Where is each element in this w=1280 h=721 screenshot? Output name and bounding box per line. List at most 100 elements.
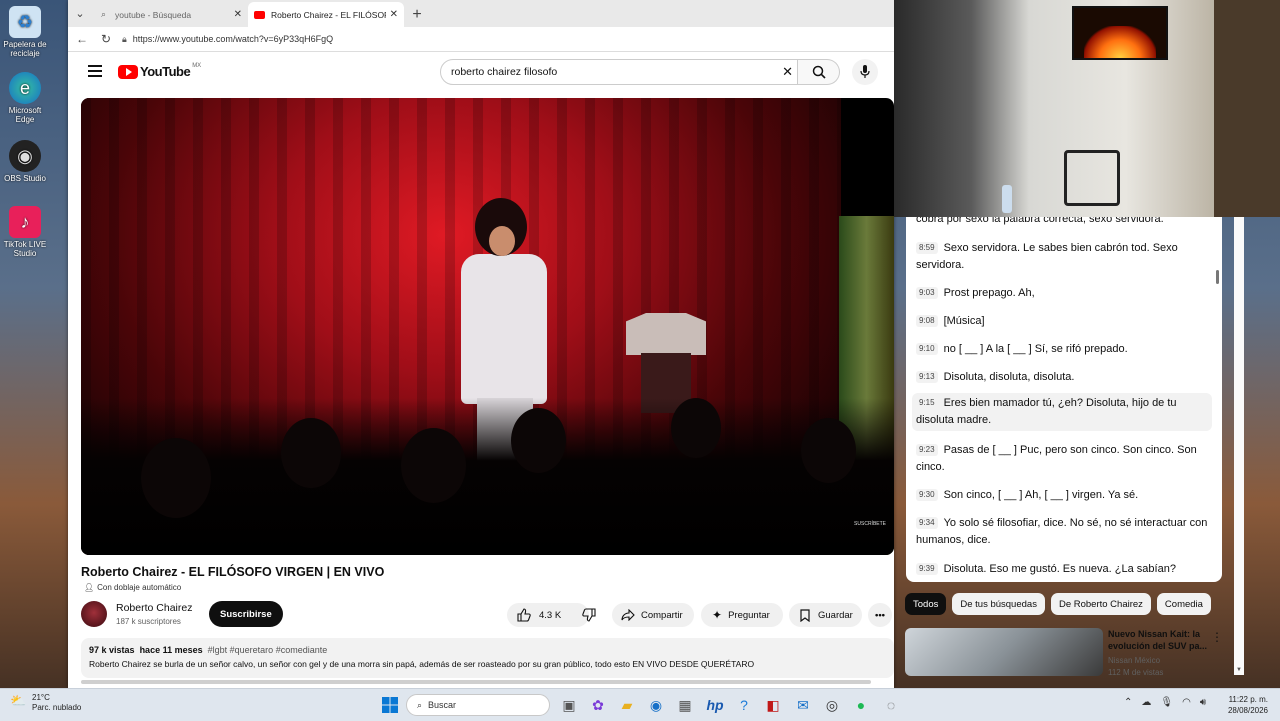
- thumbs-up-icon: [517, 608, 531, 622]
- transcript-line-active[interactable]: 9:15 Eres bien mamador tú, ¿eh? Disoluta,…: [912, 393, 1212, 431]
- chip-all[interactable]: Todos: [905, 593, 947, 615]
- ask-button[interactable]: ✦ Preguntar: [701, 603, 783, 627]
- file-explorer-icon[interactable]: ▰: [617, 695, 637, 715]
- share-icon: [621, 609, 635, 621]
- new-tab-plus-icon[interactable]: +: [404, 2, 430, 27]
- sparkle-icon: ✦: [712, 608, 723, 622]
- search-input-value: roberto chairez filosofo: [451, 66, 558, 78]
- tab-actions-chevron-icon[interactable]: ⌄: [68, 0, 92, 27]
- more-actions-icon[interactable]: •••: [868, 603, 892, 627]
- app-icon[interactable]: ◌: [881, 695, 901, 715]
- microphone-tray-icon[interactable]: 🎙︎: [1160, 697, 1173, 708]
- chip-comedy[interactable]: Comedia: [1156, 593, 1211, 615]
- chip-from-channel[interactable]: De Roberto Chairez: [1050, 593, 1151, 615]
- store-icon[interactable]: ▦: [675, 695, 695, 715]
- edge-taskbar-icon[interactable]: ◉: [646, 695, 666, 715]
- page-scrollbar[interactable]: ▼: [1234, 217, 1244, 675]
- desktop-icon-edge[interactable]: e Microsoft Edge: [2, 72, 48, 124]
- channel-name[interactable]: Roberto Chairez: [116, 602, 192, 614]
- tab-search[interactable]: ⌕ youtube - Búsqueda ✕: [92, 2, 248, 27]
- copilot-icon[interactable]: ✿: [588, 695, 608, 715]
- transcript-text: Pasas de [ __ ] Puc, pero son cinco. Son…: [916, 444, 1197, 473]
- transcript-line[interactable]: 9:03 Prost prepago. Ah,: [916, 285, 1212, 302]
- close-icon[interactable]: ✕: [390, 9, 398, 20]
- transcript-line[interactable]: 9:08 [Música]: [916, 313, 1212, 330]
- close-icon[interactable]: ✕: [234, 9, 242, 20]
- transcript-line[interactable]: 9:30 Son cinco, [ __ ] Ah, [ __ ] virgen.…: [916, 487, 1212, 504]
- desktop-icon-tiktok[interactable]: ♪ TikTok LIVE Studio: [2, 206, 48, 258]
- voice-search-button[interactable]: [852, 59, 878, 85]
- task-view-icon[interactable]: ▣: [559, 695, 579, 715]
- chevron-up-icon[interactable]: ⌃: [1124, 697, 1132, 708]
- save-button[interactable]: Guardar: [789, 603, 862, 627]
- transcript-text: Eres bien mamador tú, ¿eh? Disoluta, hij…: [916, 397, 1177, 426]
- youtube-header: YouTube MX roberto chairez filosofo ✕: [68, 52, 894, 92]
- taskbar-search[interactable]: ⌕ Buscar: [406, 694, 550, 716]
- back-arrow-icon[interactable]: ←: [70, 27, 94, 51]
- transcript-text: Disoluta, disoluta, disoluta.: [943, 371, 1075, 383]
- transcript-line[interactable]: 9:23 Pasas de [ __ ] Puc, pero son cinco.…: [916, 442, 1212, 476]
- channel-avatar[interactable]: [81, 601, 107, 627]
- transcript-text: Son cinco, [ __ ] Ah, [ __ ] virgen. Ya …: [943, 489, 1139, 501]
- mcafee-icon[interactable]: ◧: [763, 695, 783, 715]
- fireplace-tv: [1072, 6, 1168, 60]
- url-text: https://www.youtube.com/watch?v=6yP33qH6…: [132, 34, 334, 44]
- clock-time: 11:22 p. m.: [1228, 695, 1268, 704]
- transcript-panel[interactable]: cobra por sexo la palabra correcta, sexo…: [906, 217, 1222, 582]
- hashtags[interactable]: #lgbt #queretaro #comediante: [208, 645, 328, 655]
- subscribe-button[interactable]: Suscribirse: [209, 601, 283, 627]
- url-field[interactable]: 🔒︎ https://www.youtube.com/watch?v=6yP33…: [122, 34, 333, 45]
- search-input[interactable]: roberto chairez filosofo ✕: [440, 59, 798, 85]
- tab-title: Roberto Chairez - EL FILÓSOFO VIRGEN: [271, 9, 386, 20]
- edge-icon: e: [9, 72, 41, 104]
- dislike-button[interactable]: [574, 603, 604, 627]
- scroll-down-arrow-icon[interactable]: ▼: [1236, 667, 1242, 673]
- volume-icon[interactable]: 🔊︎: [1200, 697, 1206, 708]
- description-box[interactable]: 97 k vistas hace 11 meses #lgbt #quereta…: [81, 638, 894, 678]
- desktop-icon-recycle-bin[interactable]: ♻ Papelera de reciclaje: [2, 6, 48, 58]
- windows-start-icon[interactable]: [380, 695, 400, 715]
- youtube-logo[interactable]: YouTube MX: [118, 62, 202, 79]
- desktop-icon-label: OBS Studio: [4, 174, 46, 183]
- desktop-icon-label: TikTok LIVE Studio: [3, 240, 47, 258]
- door: [1214, 0, 1280, 217]
- recommended-video[interactable]: Nuevo Nissan Kait: la evolución del SUV …: [905, 628, 1235, 677]
- recommended-title[interactable]: Nuevo Nissan Kait: la evolución del SUV …: [1108, 628, 1208, 652]
- mail-icon[interactable]: ✉: [793, 695, 813, 715]
- clock[interactable]: 11:22 p. m. 28/08/2026: [1228, 694, 1268, 716]
- recommendation-chips: Todos De tus búsquedas De Roberto Chaire…: [905, 593, 1211, 617]
- transcript-line[interactable]: 8:59 Sexo servidora. Le sabes bien cabrón…: [916, 240, 1212, 274]
- more-options-icon[interactable]: ⋮: [1211, 630, 1223, 644]
- ask-label: Preguntar: [728, 609, 770, 621]
- video-player[interactable]: SUSCRÍBETE: [81, 98, 894, 555]
- help-icon[interactable]: ?: [734, 695, 754, 715]
- person-icon: 👤︎: [84, 583, 95, 592]
- description-text: Roberto Chairez se burla de un señor cal…: [89, 659, 755, 669]
- obs-taskbar-icon[interactable]: ◎: [822, 695, 842, 715]
- transcript-text: [Música]: [943, 315, 985, 327]
- transcript-line[interactable]: 9:34 Yo solo sé filosofiar, dice. No sé, …: [916, 515, 1212, 549]
- transcript-line[interactable]: 9:39 Disoluta. Eso me gustó. Es nueva. ¿L…: [916, 561, 1212, 578]
- chip-from-searches[interactable]: De tus búsquedas: [952, 593, 1045, 615]
- recommended-thumbnail[interactable]: [905, 628, 1103, 676]
- transcript-line[interactable]: 9:13 Disoluta, disoluta, disoluta.: [916, 369, 1212, 386]
- lock-icon: 🔒︎: [122, 33, 127, 44]
- hp-icon[interactable]: hp: [705, 695, 725, 715]
- wifi-icon[interactable]: ◠: [1182, 697, 1191, 708]
- cloud-icon[interactable]: ☁: [1141, 697, 1151, 708]
- spotify-icon[interactable]: ●: [851, 695, 871, 715]
- transcript-scrollbar[interactable]: [1216, 270, 1219, 284]
- horizontal-scrollbar[interactable]: [81, 680, 871, 684]
- refresh-icon[interactable]: ↻: [94, 27, 118, 51]
- share-button[interactable]: Compartir: [612, 603, 694, 627]
- transcript-line[interactable]: cobra por sexo la palabra correcta, sexo…: [916, 217, 1212, 228]
- hamburger-menu-icon[interactable]: [88, 65, 102, 80]
- desktop-icon-obs[interactable]: ◉ OBS Studio: [2, 140, 48, 183]
- search-button[interactable]: [798, 59, 840, 85]
- weather-widget[interactable]: ⛅ 21°C Parc. nublado: [10, 693, 81, 713]
- tiktok-icon: ♪: [9, 206, 41, 238]
- region-code: MX: [192, 62, 202, 69]
- tab-video[interactable]: Roberto Chairez - EL FILÓSOFO VIRGEN ✕: [248, 2, 404, 27]
- transcript-line[interactable]: 9:10 no [ __ ] A la [ __ ] Sí, se rifó pr…: [916, 341, 1212, 358]
- clear-search-icon[interactable]: ✕: [782, 64, 793, 80]
